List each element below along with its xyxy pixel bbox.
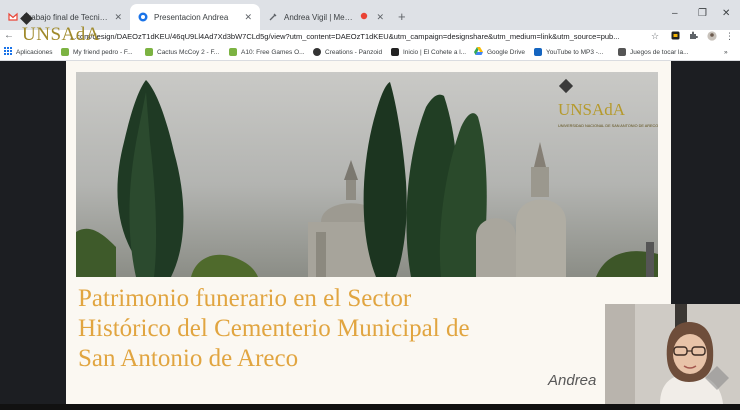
bookmark-label: YouTube to MP3 -... (546, 48, 604, 56)
converter-icon (534, 48, 542, 56)
bookmark-apps[interactable]: Aplicaciones (4, 46, 53, 58)
bookmark-label: Creations - Panzoid (325, 48, 383, 56)
bookmark-youtube-mp3[interactable]: YouTube to MP3 -... (534, 46, 603, 58)
close-window-button[interactable]: ✕ (722, 8, 730, 19)
game-icon (229, 48, 237, 56)
webcam-self-view[interactable] (605, 304, 740, 404)
extension-icon[interactable] (671, 31, 680, 42)
gmail-icon (8, 12, 18, 22)
close-icon[interactable]: ✕ (376, 12, 384, 23)
minimize-button[interactable]: – (672, 8, 678, 19)
tab-title: Trabajo final de Tecnicatura - Vig... (24, 12, 109, 22)
bookmark-panzoid[interactable]: Creations - Panzoid (313, 46, 382, 58)
bookmark-my-friend-pedro[interactable]: My friend pedro - F... (61, 46, 133, 58)
slide-title-line: Histórico del Cementerio Municipal de (78, 315, 470, 342)
profile-avatar-icon[interactable] (707, 31, 717, 43)
more-menu-icon[interactable]: ⋮ (725, 31, 734, 42)
new-tab-button[interactable]: + (398, 9, 406, 24)
game-icon (61, 48, 69, 56)
slide-logo-subtitle: UNIVERSIDAD NACIONAL DE SAN ANTONIO DE A… (558, 124, 659, 128)
bookmarks-bar: Aplicaciones My friend pedro - F... Cact… (0, 44, 740, 61)
slide-title-line: Patrimonio funerario en el Sector (78, 285, 412, 312)
tab-strip: Trabajo final de Tecnicatura - Vig... ✕ … (0, 0, 740, 30)
bookmark-label: Aplicaciones (16, 48, 53, 56)
recording-icon (360, 12, 370, 22)
bookmark-google-drive[interactable]: Google Drive (474, 46, 525, 58)
slide-title-line: San Antonio de Areco (78, 345, 299, 372)
bookmark-label: My friend pedro - F... (73, 48, 133, 56)
address-bar[interactable]: ...com/design/DAEOzT1dKEU/46qU9Ll4Ad7Xd3… (70, 30, 648, 43)
star-icon[interactable]: ☆ (651, 31, 659, 42)
bookmark-el-cohete[interactable]: Inicio | El Cohete a l... (391, 46, 466, 58)
drive-icon (474, 47, 483, 57)
game-icon (145, 48, 153, 56)
slide-logo-name: UNSAdA (558, 100, 626, 119)
bookmark-a10[interactable]: A10: Free Games O... (229, 46, 305, 58)
tab-title: Andrea Vigil | Meet UNSAdA (284, 12, 354, 22)
tab-presentacion[interactable]: Presentacion Andrea ✕ (130, 4, 260, 30)
bookmark-label: Juegos de tocar la... (630, 48, 689, 56)
bookmarks-overflow-icon[interactable]: » (724, 46, 728, 58)
apps-grid-icon (4, 47, 12, 57)
overlay-logo: UNSAdA (22, 24, 100, 45)
site-icon (618, 48, 626, 56)
site-icon (391, 48, 399, 56)
bookmark-label: A10: Free Games O... (241, 48, 305, 56)
canva-icon (138, 12, 148, 22)
slide-title: Patrimonio funerario en el Sector Histór… (78, 284, 618, 374)
slide-logo: UNSAdA UNIVERSIDAD NACIONAL DE SAN ANTON… (558, 78, 658, 138)
puzzle-icon[interactable] (689, 31, 698, 42)
tab-meet[interactable]: Andrea Vigil | Meet UNSAdA ✕ (260, 4, 392, 30)
meet-icon (268, 12, 278, 22)
bookmark-label: Inicio | El Cohete a l... (403, 48, 467, 56)
back-arrow-icon[interactable]: ← (4, 30, 14, 41)
slide-author: Andrea (548, 372, 597, 389)
bookmark-label: Cactus McCoy 2 - F... (157, 48, 220, 56)
close-icon[interactable]: ✕ (244, 12, 252, 23)
bookmark-juegos[interactable]: Juegos de tocar la... (618, 46, 689, 58)
bottom-bar (0, 404, 740, 410)
maximize-button[interactable]: ❐ (698, 8, 707, 19)
bookmark-cactus-mccoy[interactable]: Cactus McCoy 2 - F... (145, 46, 219, 58)
browser-toolbar: ← ...com/design/DAEOzT1dKEU/46qU9Ll4Ad7X… (0, 30, 740, 44)
close-icon[interactable]: ✕ (114, 12, 122, 23)
tab-title: Presentacion Andrea (154, 12, 229, 22)
logo-diamond-icon (558, 78, 574, 94)
bookmark-label: Google Drive (487, 48, 525, 56)
panzoid-icon (313, 48, 321, 56)
